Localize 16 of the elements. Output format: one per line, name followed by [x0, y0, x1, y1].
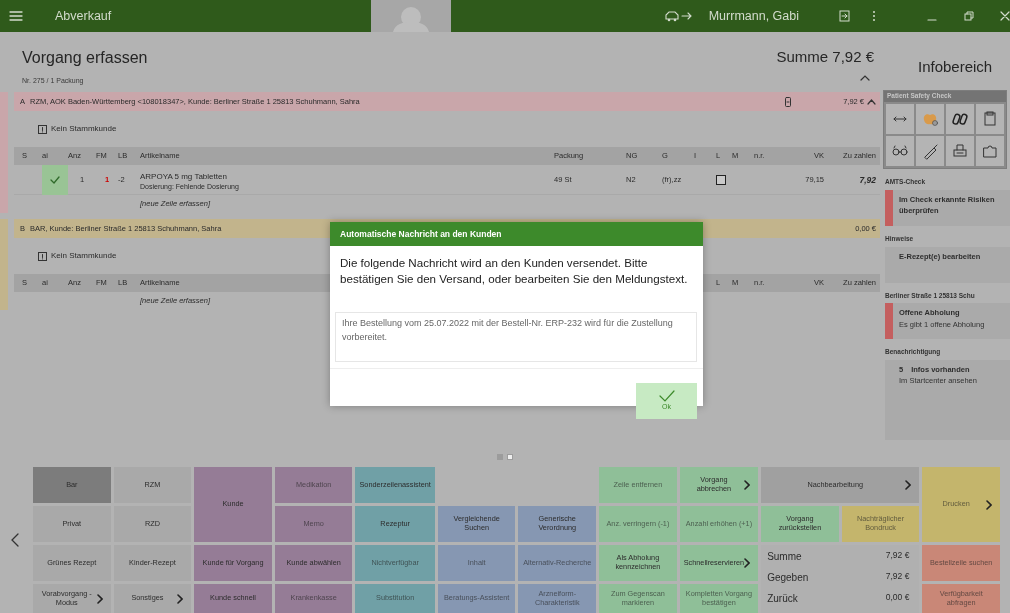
total-value: 7,92 € [885, 570, 910, 583]
page-title: Vorgang erfassen [22, 48, 148, 68]
panel-heading: Infobereich [917, 57, 994, 77]
table-cell-text: 7,92 [858, 173, 876, 187]
customer-note: Kein Stammkunde [51, 250, 117, 262]
dialog-message: Die folgende Nachricht wird an den Kunden versendet. Bitte bestätigen Sie den Versand, oder bearbeiten Sie den Meldungstext. [339, 255, 689, 287]
dialog-title: Automatische Nachricht an den Kunden [330, 222, 703, 246]
total-value: 0,00 € [885, 591, 910, 604]
total-sum: Summe 7,92 € [776, 47, 874, 67]
app-title: Abverkauf [55, 7, 112, 25]
total-label: Gegeben [767, 571, 809, 585]
customer-note: Kein Stammkunde [51, 123, 117, 135]
total-label: Zurück [767, 592, 798, 606]
article-name: ARPOYA 5 mg Tabletten [140, 170, 228, 183]
total-value: 7,92 € [885, 549, 910, 562]
total-label: Summe [767, 550, 802, 564]
